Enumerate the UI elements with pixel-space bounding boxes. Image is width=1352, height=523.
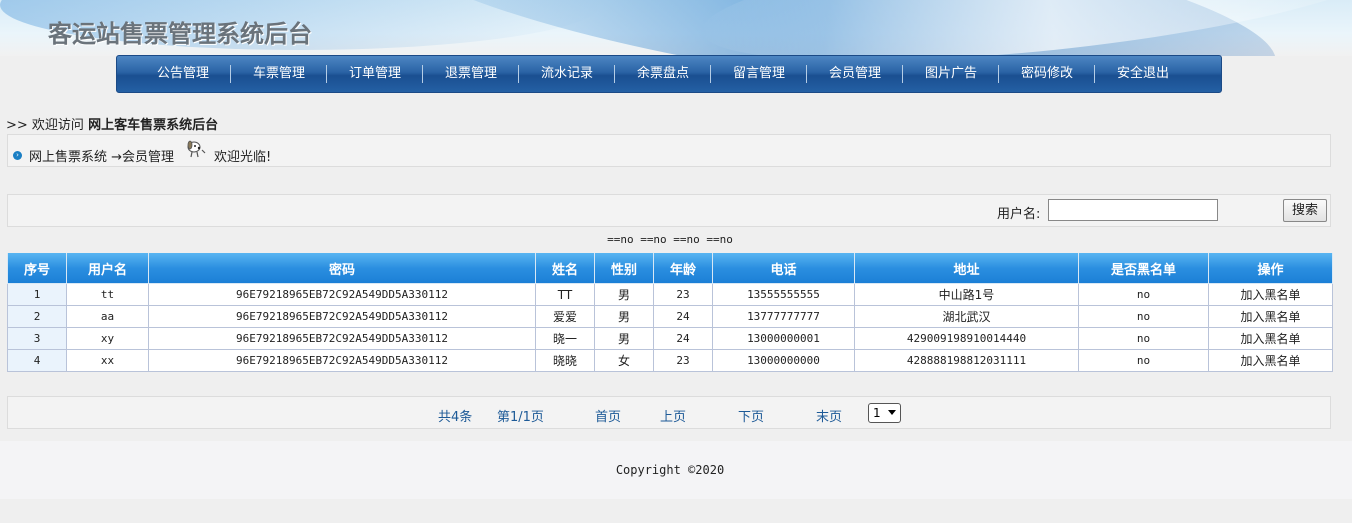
cell-name: TT [535, 283, 595, 306]
prev-page-link[interactable]: 上页 [660, 406, 686, 425]
cell-age: 24 [653, 327, 713, 350]
cell-gender: 男 [594, 327, 654, 350]
page-select-value: 1 [873, 406, 881, 420]
cell-password: 96E79218965EB72C92A549DD5A330112 [148, 327, 536, 350]
cell-gender: 女 [594, 349, 654, 372]
nav-item-logout[interactable]: 安全退出 [1095, 56, 1191, 92]
nav-item-remaining-tickets[interactable]: 余票盘点 [615, 56, 711, 92]
add-to-blacklist-link[interactable]: 加入黑名单 [1208, 283, 1333, 306]
nav-item-announcements[interactable]: 公告管理 [135, 56, 231, 92]
cell-index: 1 [7, 283, 67, 306]
cell-blacklisted: no [1078, 349, 1209, 372]
column-header: 用户名 [66, 253, 149, 284]
cell-phone: 13000000000 [712, 349, 855, 372]
cell-password: 96E79218965EB72C92A549DD5A330112 [148, 349, 536, 372]
column-header: 操作 [1208, 253, 1333, 284]
greeting-text: 欢迎光临! [214, 150, 272, 165]
total-count: 共4条 [438, 410, 473, 425]
column-header: 年龄 [653, 253, 713, 284]
nav-item-members[interactable]: 会员管理 [807, 56, 903, 92]
username-search-input[interactable] [1048, 199, 1218, 221]
cell-age: 24 [653, 305, 713, 328]
add-to-blacklist-link[interactable]: 加入黑名单 [1208, 349, 1333, 372]
cell-blacklisted: no [1078, 305, 1209, 328]
table-row: 4 xx 96E79218965EB72C92A549DD5A330112 晓晓… [7, 349, 1333, 372]
cell-name: 爱爱 [535, 305, 595, 328]
nav-item-refunds[interactable]: 退票管理 [423, 56, 519, 92]
cell-address: 湖北武汉 [854, 305, 1079, 328]
nav-item-tickets[interactable]: 车票管理 [231, 56, 327, 92]
cell-password: 96E79218965EB72C92A549DD5A330112 [148, 283, 536, 306]
table-row: 2 aa 96E79218965EB72C92A549DD5A330112 爱爱… [7, 305, 1333, 328]
column-header: 电话 [712, 253, 855, 284]
copyright-text: Copyright ©2020 [615, 463, 725, 477]
table-row: 3 xy 96E79218965EB72C92A549DD5A330112 晓一… [7, 327, 1333, 350]
breadcrumb-path: 网上售票系统 →会员管理 [29, 150, 175, 165]
nav-item-transactions[interactable]: 流水记录 [519, 56, 615, 92]
welcome-prefix: >> 欢迎访问 [6, 118, 84, 133]
nav-item-change-password[interactable]: 密码修改 [999, 56, 1095, 92]
column-header: 是否黑名单 [1078, 253, 1209, 284]
username-label: 用户名: [997, 207, 1041, 222]
cell-address: 中山路1号 [854, 283, 1079, 306]
cell-gender: 男 [594, 305, 654, 328]
cell-index: 3 [7, 327, 67, 350]
cell-phone: 13555555555 [712, 283, 855, 306]
cell-username: tt [66, 283, 149, 306]
puppy-icon [187, 140, 206, 158]
column-header: 性别 [594, 253, 654, 284]
arrow-bullet-icon: › [13, 151, 22, 160]
first-page-link[interactable]: 首页 [595, 406, 621, 425]
search-bar: 用户名: 搜索 [7, 194, 1331, 227]
table-header-row: 序号 用户名 密码 姓名 性别 年龄 电话 地址 是否黑名单 操作 [7, 253, 1333, 284]
breadcrumb: › 网上售票系统 →会员管理 欢迎光临! [7, 134, 1331, 167]
page-select[interactable]: 1 [868, 403, 901, 423]
main-nav: 公告管理 车票管理 订单管理 退票管理 流水记录 余票盘点 留言管理 会员管理 … [116, 55, 1222, 93]
cell-username: xx [66, 349, 149, 372]
page-indicator: 第1/1页 [497, 410, 544, 425]
nav-item-orders[interactable]: 订单管理 [327, 56, 423, 92]
column-header: 姓名 [535, 253, 595, 284]
cell-address: 428888198812031111 [854, 349, 1079, 372]
column-header: 密码 [148, 253, 536, 284]
cell-password: 96E79218965EB72C92A549DD5A330112 [148, 305, 536, 328]
add-to-blacklist-link[interactable]: 加入黑名单 [1208, 327, 1333, 350]
cell-address: 429009198910014440 [854, 327, 1079, 350]
cell-index: 4 [7, 349, 67, 372]
next-page-link[interactable]: 下页 [738, 406, 764, 425]
last-page-link[interactable]: 末页 [816, 406, 842, 425]
search-button[interactable]: 搜索 [1283, 199, 1327, 222]
cell-username: aa [66, 305, 149, 328]
system-title: 客运站售票管理系统后台 [48, 20, 312, 48]
member-table: 序号 用户名 密码 姓名 性别 年龄 电话 地址 是否黑名单 操作 1 tt 9… [7, 253, 1333, 372]
cell-blacklisted: no [1078, 283, 1209, 306]
cell-username: xy [66, 327, 149, 350]
cell-age: 23 [653, 349, 713, 372]
welcome-line: >> 欢迎访问 网上客车售票系统后台 [6, 114, 218, 133]
cell-index: 2 [7, 305, 67, 328]
add-to-blacklist-link[interactable]: 加入黑名单 [1208, 305, 1333, 328]
status-text: ==no ==no ==no ==no [607, 233, 733, 246]
cell-name: 晓一 [535, 327, 595, 350]
cell-blacklisted: no [1078, 327, 1209, 350]
nav-item-messages[interactable]: 留言管理 [711, 56, 807, 92]
column-header: 序号 [7, 253, 67, 284]
header-banner: 客运站售票管理系统后台 [0, 0, 1352, 56]
footer: Copyright ©2020 [0, 441, 1352, 499]
cell-age: 23 [653, 283, 713, 306]
column-header: 地址 [854, 253, 1079, 284]
cell-name: 晓晓 [535, 349, 595, 372]
table-row: 1 tt 96E79218965EB72C92A549DD5A330112 TT… [7, 283, 1333, 306]
cell-phone: 13000000001 [712, 327, 855, 350]
pagination-bar: 共4条 第1/1页 首页 上页 下页 末页 1 [7, 396, 1331, 429]
nav-item-image-ads[interactable]: 图片广告 [903, 56, 999, 92]
welcome-site-name: 网上客车售票系统后台 [88, 118, 219, 133]
chevron-down-icon [888, 410, 896, 415]
cell-gender: 男 [594, 283, 654, 306]
cell-phone: 13777777777 [712, 305, 855, 328]
